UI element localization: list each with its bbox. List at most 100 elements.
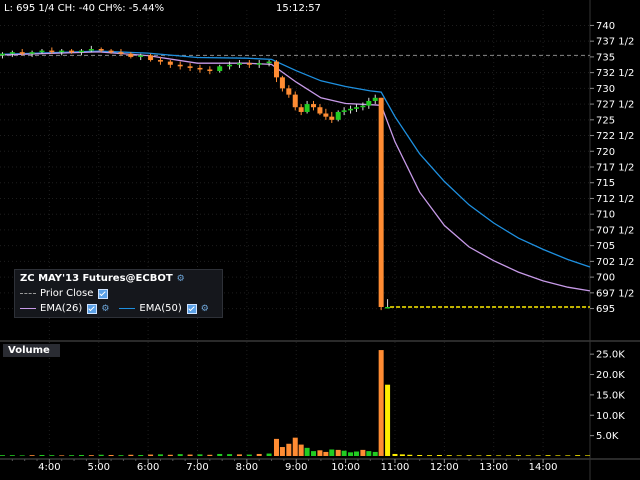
ema50-checkbox[interactable]: [186, 303, 197, 314]
volume-tick-label: 15.0K: [596, 390, 625, 401]
volume-axis: 25.0K 20.0K 15.0K 10.0K 5.0K: [590, 350, 625, 442]
volume-tick-label: 5.0K: [596, 431, 619, 442]
candle-body: [378, 97, 384, 307]
volume-bar: [417, 454, 423, 456]
time-tick-label: 10:00: [331, 462, 360, 473]
volume-bar: [138, 454, 144, 456]
candle-body: [167, 61, 173, 65]
volume-bar: [177, 454, 183, 456]
volume-bar: [329, 449, 335, 456]
candle-body: [366, 100, 372, 106]
volume-panel-tab[interactable]: Volume: [3, 344, 60, 357]
volume-bar: [118, 455, 124, 456]
prior-close-swatch: [20, 293, 36, 294]
price-tick-label: 705: [596, 241, 615, 252]
volume-bar: [29, 455, 35, 456]
time-tick-label: 5:00: [88, 462, 110, 473]
legend-title-row[interactable]: ZC MAY'13 Futures@ECBOT ⚙: [20, 273, 185, 284]
volume-bar: [0, 455, 5, 456]
volume-bar: [227, 454, 233, 456]
volume-bar: [555, 455, 561, 456]
volume-bar: [515, 455, 521, 456]
candle-body: [59, 50, 65, 53]
volume-bar: [217, 453, 223, 456]
volume-bar: [366, 451, 372, 456]
legend-prior-close-row: Prior Close: [20, 288, 109, 299]
candle-body: [157, 60, 163, 62]
time-tick-label: 8:00: [236, 462, 258, 473]
candle-body: [341, 110, 347, 112]
price-tick-label: 737 1/2: [596, 37, 634, 48]
candle-body: [273, 61, 279, 78]
candle-body: [353, 107, 359, 109]
volume-bar: [317, 450, 323, 456]
volume-bar: [335, 449, 341, 456]
candle-body: [335, 111, 341, 120]
candle-body: [227, 64, 233, 67]
candle-body: [292, 94, 298, 108]
ema26-settings-icon[interactable]: ⚙: [101, 304, 109, 314]
price-tick-label: 730: [596, 84, 615, 95]
candle-body: [98, 49, 104, 51]
candle-body: [78, 50, 84, 53]
instrument-title: ZC MAY'13 Futures@ECBOT: [20, 273, 173, 284]
volume-bar: [88, 455, 94, 456]
volume-tick-label: 25.0K: [596, 350, 625, 361]
settings-icon[interactable]: ⚙: [177, 274, 185, 284]
volume-bar: [279, 447, 285, 456]
volume-bar: [78, 454, 84, 456]
price-tick-label: 710: [596, 210, 615, 221]
volume-bar: [446, 455, 452, 456]
volume-bar: [372, 451, 378, 456]
volume-bar: [256, 453, 262, 456]
volume-bar: [304, 447, 310, 456]
ema50-settings-icon[interactable]: ⚙: [201, 304, 209, 314]
price-tick-label: 720: [596, 147, 615, 158]
volume-tick-label: 20.0K: [596, 370, 625, 381]
candle-body: [108, 50, 114, 53]
candle-body: [88, 49, 94, 51]
time-tick-label: 9:00: [285, 462, 307, 473]
volume-bar: [535, 455, 541, 456]
candle-body: [329, 116, 335, 120]
price-tick-label: 702 1/2: [596, 257, 634, 268]
quote-summary: L: 695 1/4 CH: -40 CH%: -5.44%: [4, 3, 165, 14]
volume-bar: [59, 455, 65, 456]
volume-bar: [108, 454, 114, 456]
price-tick-label: 732 1/2: [596, 68, 634, 79]
volume-bar: [39, 454, 45, 456]
candle-body: [39, 50, 45, 53]
candle-body: [197, 67, 203, 70]
time-axis: 4:00 5:00 6:00 7:00 8:00 9:00 10:00 11:00 12:00 1…: [11, 459, 558, 473]
candle-body: [9, 52, 15, 54]
volume-bar: [207, 454, 213, 456]
volume-bar: [167, 454, 173, 456]
candle-body: [29, 52, 35, 54]
ema26-line: [0, 51, 591, 292]
candle-body: [177, 64, 183, 67]
prior-close-checkbox[interactable]: [98, 288, 109, 299]
candle-body: [256, 63, 262, 65]
volume-bar: [9, 455, 15, 456]
price-chart[interactable]: 740 737 1/2 735 732 1/2 730 727 1/2 725 722 1/2…: [0, 0, 640, 480]
price-tick-label: 725: [596, 115, 615, 126]
ema50-line: [0, 50, 591, 268]
volume-bar: [311, 451, 317, 456]
ema26-checkbox[interactable]: [87, 303, 98, 314]
time-tick-label: 13:00: [479, 462, 508, 473]
price-tick-label: 707 1/2: [596, 225, 634, 236]
volume-bar: [378, 350, 384, 456]
candle-body: [49, 50, 55, 53]
volume-bar: [128, 454, 134, 456]
volume-bar: [292, 437, 298, 456]
volume-bar: [98, 454, 104, 456]
volume-bar: [348, 452, 354, 456]
candle-body: [217, 66, 223, 72]
volume-bars: [0, 350, 591, 456]
candle-body: [304, 104, 310, 112]
price-tick-label: 715: [596, 178, 615, 189]
time-tick-label: 4:00: [38, 462, 60, 473]
candle-body: [118, 52, 124, 54]
candle-body: [148, 55, 154, 61]
volume-bar: [157, 454, 163, 456]
